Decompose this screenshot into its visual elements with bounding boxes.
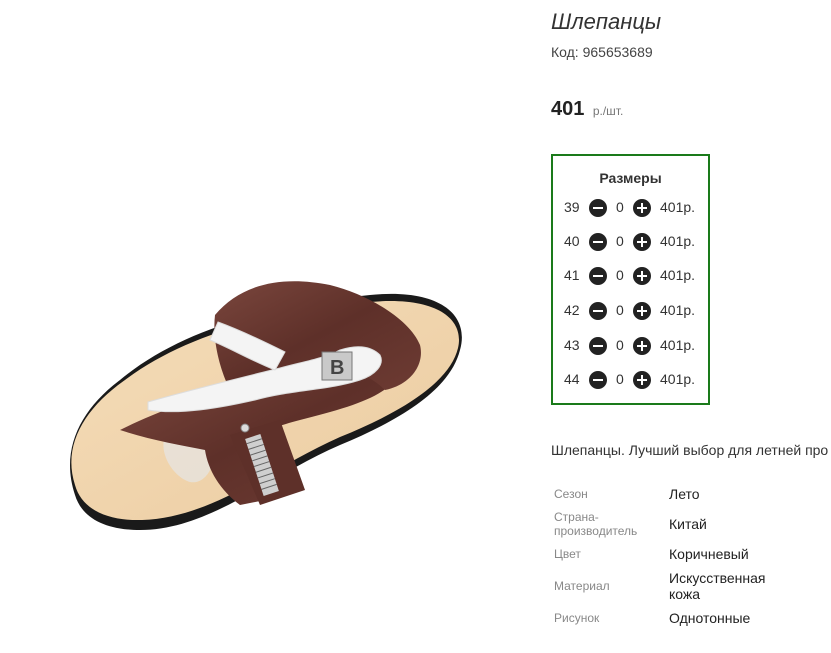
quantity-value: 0 bbox=[616, 267, 624, 283]
plus-circle-icon[interactable] bbox=[633, 302, 651, 320]
plus-circle-icon[interactable] bbox=[633, 199, 651, 217]
product-description: Шлепанцы. Лучший выбор для летней про bbox=[551, 442, 829, 458]
sizes-panel: Размеры 39 0 401р. 40 0 401р. 41 0 401р.… bbox=[551, 154, 710, 405]
product-code: Код: 965653689 bbox=[551, 44, 653, 60]
price-unit: р./шт. bbox=[592, 104, 624, 118]
attribute-value: Искусственная кожа bbox=[669, 570, 766, 602]
attribute-label: Сезон bbox=[554, 487, 588, 501]
size-price: 401р. bbox=[660, 233, 696, 249]
size-price: 401р. bbox=[660, 302, 696, 318]
quantity-value: 0 bbox=[616, 233, 624, 249]
size-row: 41 0 401р. bbox=[553, 266, 708, 286]
attribute-row: Материал Искусственная кожа bbox=[551, 568, 821, 604]
attribute-value: Китай bbox=[669, 516, 707, 532]
size-row: 43 0 401р. bbox=[553, 336, 708, 356]
product-image[interactable]: B bbox=[40, 90, 500, 560]
size-label: 39 bbox=[564, 199, 580, 215]
attribute-row: Рисунок Однотонные bbox=[551, 604, 821, 632]
quantity-value: 0 bbox=[616, 337, 624, 353]
attribute-label: Рисунок bbox=[554, 611, 600, 625]
size-label: 44 bbox=[564, 371, 580, 387]
minus-circle-icon[interactable] bbox=[589, 233, 607, 251]
plus-circle-icon[interactable] bbox=[633, 337, 651, 355]
svg-text:B: B bbox=[330, 357, 344, 379]
size-label: 40 bbox=[564, 233, 580, 249]
attribute-value: Коричневый bbox=[669, 546, 749, 562]
size-price: 401р. bbox=[660, 371, 696, 387]
sizes-title: Размеры bbox=[599, 170, 662, 186]
size-price: 401р. bbox=[660, 267, 696, 283]
attribute-row: Цвет Коричневый bbox=[551, 540, 821, 568]
minus-circle-icon[interactable] bbox=[589, 267, 607, 285]
size-row: 44 0 401р. bbox=[553, 370, 708, 390]
minus-circle-icon[interactable] bbox=[589, 199, 607, 217]
size-price: 401р. bbox=[660, 199, 696, 215]
attributes-table: Сезон Лето Страна- производитель Китай Ц… bbox=[551, 480, 821, 632]
price-amount: 401 bbox=[551, 98, 585, 120]
attribute-value: Однотонные bbox=[669, 610, 751, 626]
quantity-value: 0 bbox=[616, 199, 624, 215]
product-title: Шлепанцы bbox=[551, 9, 662, 34]
plus-circle-icon[interactable] bbox=[633, 267, 651, 285]
attribute-row: Сезон Лето bbox=[551, 480, 821, 508]
size-label: 42 bbox=[564, 302, 580, 318]
minus-circle-icon[interactable] bbox=[589, 337, 607, 355]
plus-circle-icon[interactable] bbox=[633, 233, 651, 251]
quantity-value: 0 bbox=[616, 371, 624, 387]
sandal-illustration: B bbox=[70, 281, 462, 530]
minus-circle-icon[interactable] bbox=[589, 302, 607, 320]
attribute-label: Страна- производитель bbox=[554, 510, 638, 538]
plus-circle-icon[interactable] bbox=[633, 371, 651, 389]
attribute-label: Цвет bbox=[554, 547, 581, 561]
attribute-value: Лето bbox=[669, 486, 700, 502]
quantity-value: 0 bbox=[616, 302, 624, 318]
size-row: 39 0 401р. bbox=[553, 198, 708, 218]
product-price: 401 р./шт. bbox=[551, 98, 623, 121]
minus-circle-icon[interactable] bbox=[589, 371, 607, 389]
size-label: 41 bbox=[564, 267, 580, 283]
size-label: 43 bbox=[564, 337, 580, 353]
attribute-label: Материал bbox=[554, 579, 610, 593]
attribute-row: Страна- производитель Китай bbox=[551, 508, 821, 540]
size-row: 42 0 401р. bbox=[553, 301, 708, 321]
size-row: 40 0 401р. bbox=[553, 232, 708, 252]
size-price: 401р. bbox=[660, 337, 696, 353]
